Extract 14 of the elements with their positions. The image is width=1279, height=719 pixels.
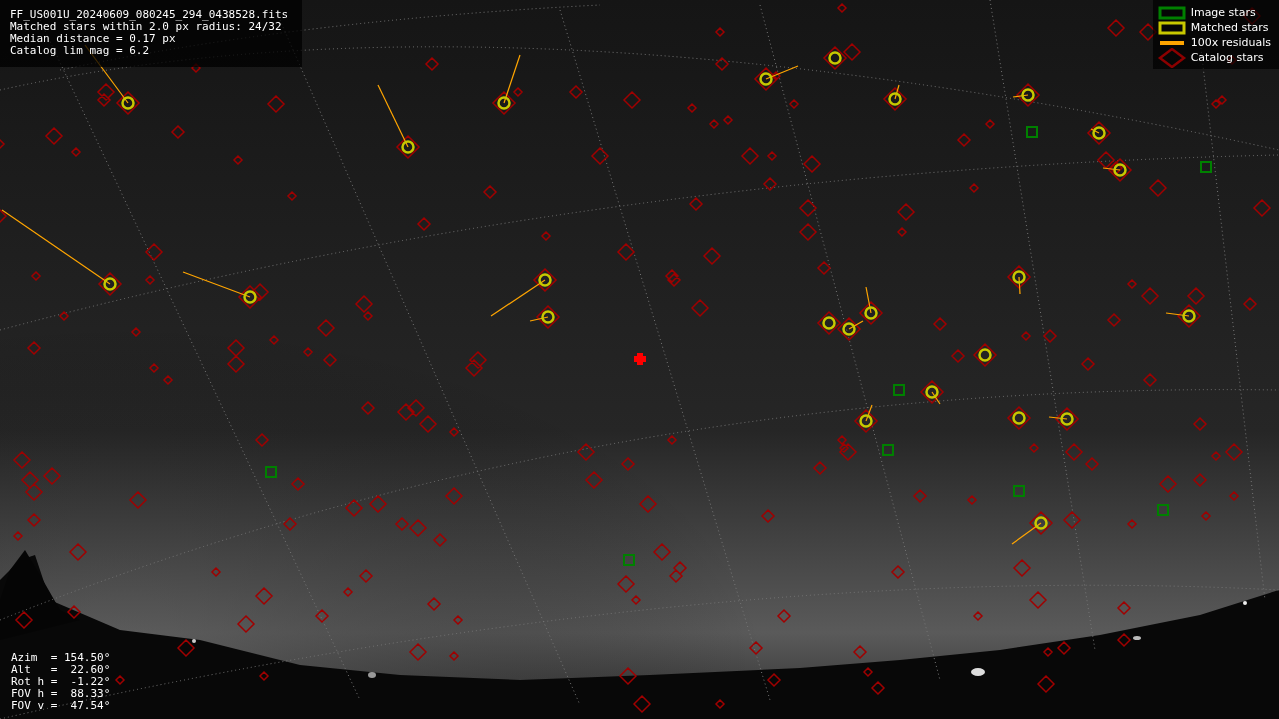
legend-label: Catalog stars [1190, 51, 1264, 64]
info-text: Matched stars within 2.0 px radius: 24/32 [10, 21, 282, 33]
pointing-text: FOV v = 47.54° [11, 700, 111, 712]
center-cross-icon [634, 353, 646, 365]
pointing-text: Rot h = -1.22° [11, 676, 111, 688]
info-text: FF_US001U_20240609_080245_294_0438528.fits [10, 9, 289, 21]
legend-label: Image stars [1190, 6, 1256, 19]
info-text: Median distance = 0.17 px [10, 33, 177, 45]
info-text: Catalog lim mag = 6.2 [10, 45, 151, 57]
pointing-text: Alt = 22.60° [11, 664, 111, 676]
legend-label: 100x residuals [1190, 36, 1271, 49]
legend-label: Matched stars [1190, 21, 1269, 34]
pointing-text: FOV h = 88.33° [11, 688, 111, 700]
pointing-text: Azim = 154.50° [11, 652, 111, 664]
